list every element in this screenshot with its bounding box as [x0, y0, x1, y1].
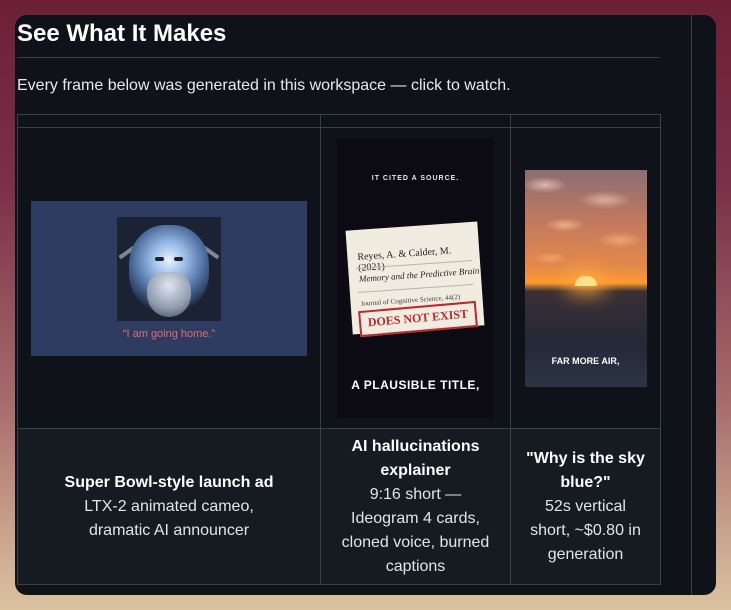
section-intro: Every frame below was generated in this … — [17, 77, 511, 94]
header-cell — [320, 114, 511, 128]
item-description: 9:16 short — Ideogram 4 cards, cloned vo… — [341, 485, 490, 575]
item-description: LTX-2 animated cameo, dramatic AI announ… — [84, 497, 254, 539]
sky-blue-video-thumbnail[interactable]: FAR MORE AIR, — [524, 169, 647, 387]
header-cell — [17, 114, 321, 128]
title-divider — [17, 57, 660, 58]
table-header-row — [17, 114, 661, 128]
ai-announcer-portrait — [117, 216, 221, 321]
item-title: Super Bowl-style launch ad — [64, 473, 274, 491]
section-title: See What It Makes — [17, 20, 227, 47]
item-description: 52s vertical short, ~$0.80 in generation — [530, 497, 641, 563]
panel-divider — [691, 15, 692, 595]
caption-row: Super Bowl-style launch ad LTX-2 animate… — [17, 428, 661, 585]
thumbnail-top-caption: IT CITED A SOURCE. — [371, 175, 460, 182]
thumbnail-caption: FAR MORE AIR, — [551, 355, 620, 366]
launch-ad-video-thumbnail[interactable]: “I am going home.” — [31, 200, 307, 356]
item-title: AI hallucinations explainer — [351, 437, 480, 479]
item-title: "Why is the sky blue?" — [526, 449, 645, 491]
caption-cell: "Why is the sky blue?" 52s vertical shor… — [510, 428, 661, 585]
media-cell: FAR MORE AIR, — [510, 127, 661, 429]
caption-cell: Super Bowl-style launch ad LTX-2 animate… — [17, 428, 321, 585]
thumbnail-caption: “I am going home.” — [122, 327, 216, 340]
caption-cell: AI hallucinations explainer 9:16 short —… — [320, 428, 511, 585]
media-cell: IT CITED A SOURCE. Reyes, A. & Calder, M… — [320, 127, 511, 429]
showcase-table: “I am going home.” IT CITED A SOURCE. Re… — [17, 114, 661, 585]
showcase-panel: See What It Makes Every frame below was … — [15, 15, 716, 595]
thumbnail-bottom-caption: A PLAUSIBLE TITLE, — [351, 378, 480, 392]
sky-clouds — [524, 169, 647, 280]
header-cell — [510, 114, 661, 128]
media-row: “I am going home.” IT CITED A SOURCE. Re… — [17, 127, 661, 429]
hallucinations-video-thumbnail[interactable]: IT CITED A SOURCE. Reyes, A. & Calder, M… — [337, 138, 494, 418]
media-cell: “I am going home.” — [17, 127, 321, 429]
